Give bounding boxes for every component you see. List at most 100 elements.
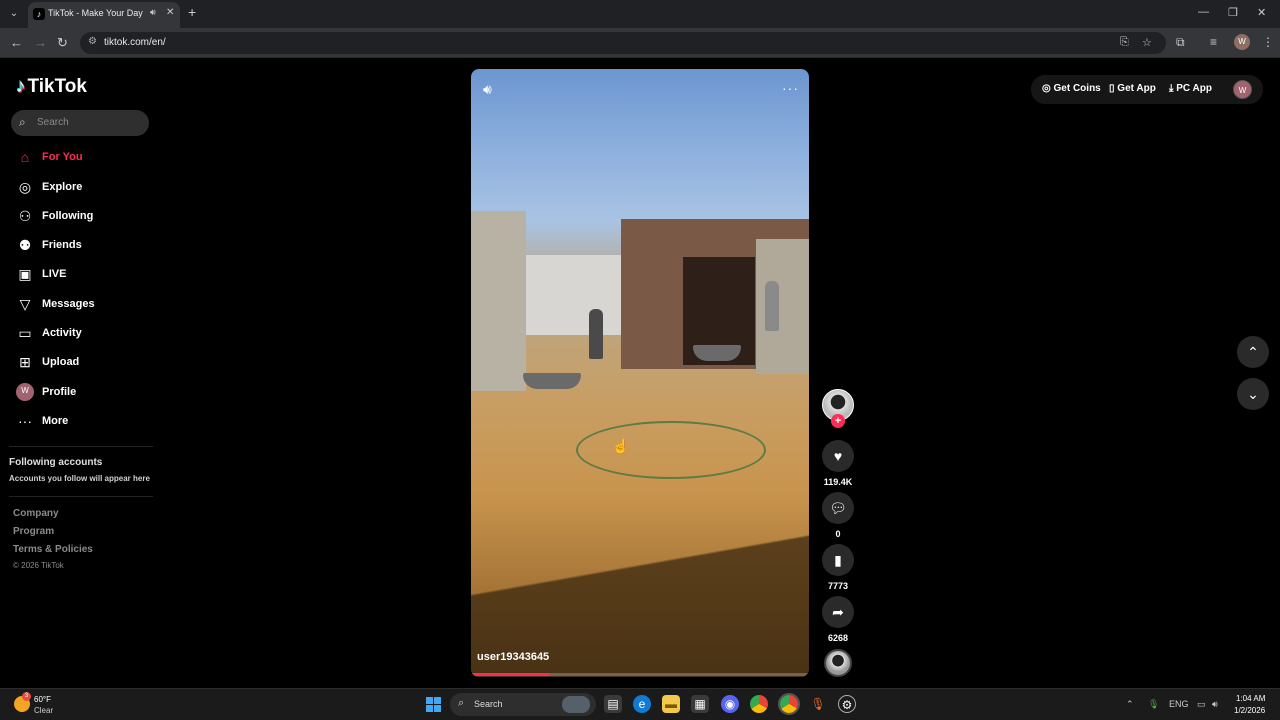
url-text[interactable]: tiktok.com/en/ [104, 37, 166, 48]
volume-icon[interactable]: 🔊︎ [483, 81, 492, 98]
user-avatar[interactable]: W [1233, 80, 1252, 99]
clock-time[interactable]: 1:04 AM [1236, 694, 1265, 703]
top-actions-bar: ◎ Get Coins ▯ Get App ⤓ PC App W [1031, 75, 1263, 104]
nav-friends[interactable]: ⚉ Friends [16, 236, 156, 256]
forward-button[interactable]: → [34, 35, 47, 50]
video-scene-wheelbarrow [523, 373, 581, 389]
install-app-icon[interactable]: ⎘ [1120, 36, 1129, 49]
language-indicator[interactable]: ENG [1169, 699, 1189, 709]
save-button[interactable]: ▮ [822, 544, 854, 576]
nav-messages[interactable]: ▽ Messages [16, 295, 156, 315]
browser-tab-bar: ⌄ ♪ TikTok - Make Your Day 🔊︎ ✕ + — ❐ ✕ [0, 0, 1280, 28]
bookmark-star-icon[interactable]: ☆ [1142, 36, 1152, 49]
copyright-text: © 2026 TikTok [13, 561, 64, 570]
back-button[interactable]: ← [10, 35, 23, 50]
footer-link-program[interactable]: Program [13, 526, 54, 537]
reload-button[interactable]: ↻ [57, 35, 68, 51]
comment-button[interactable]: 💬︎ [822, 492, 854, 524]
windows-start-icon[interactable] [426, 697, 441, 712]
comment-count: 0 [835, 529, 841, 539]
volume-tray-icon[interactable]: 🔊︎ [1212, 699, 1218, 710]
sidebar-divider [9, 446, 153, 447]
more-options-icon[interactable]: ··· [782, 80, 799, 96]
site-info-icon[interactable]: ⚙ [88, 36, 97, 47]
window-close-button[interactable]: ✕ [1257, 6, 1266, 19]
tab-audio-icon[interactable]: 🔊︎ [150, 7, 156, 18]
search-input[interactable]: ⌕ Search [11, 110, 149, 136]
extensions-icon[interactable]: ⧉ [1176, 35, 1185, 50]
heart-icon: ♥ [833, 448, 843, 464]
microphone-app-icon[interactable]: 🎙︎ [809, 695, 827, 713]
network-icon[interactable]: ▭ [1197, 699, 1206, 710]
address-bar: ← → ↻ ⚙ tiktok.com/en/ ⎘ ☆ ⧉ ≡ W ⋮ [0, 28, 1280, 58]
nav-activity[interactable]: ▭ Activity [16, 324, 156, 344]
pc-app-button[interactable]: ⤓ PC App [1169, 83, 1212, 94]
discord-icon[interactable]: ◉ [721, 695, 739, 713]
store-icon[interactable]: ▦ [691, 695, 709, 713]
nav-explore[interactable]: ◎ Explore [16, 178, 156, 198]
search-placeholder: Search [37, 117, 69, 128]
nav-live[interactable]: ▣ LIVE [16, 265, 156, 285]
settings-gear-icon[interactable]: ⚙ [838, 695, 856, 713]
restore-button[interactable]: ❐ [1228, 6, 1238, 19]
share-button[interactable]: ➦ [822, 596, 854, 628]
nav-label: Messages [42, 298, 95, 310]
like-count: 119.4K [823, 477, 853, 487]
ellipsis-icon: ··· [18, 413, 32, 429]
phone-icon: ▯ [1109, 83, 1115, 94]
tab-close-icon[interactable]: ✕ [166, 7, 174, 18]
save-count: 7773 [827, 581, 849, 591]
music-disc-icon[interactable] [824, 649, 852, 677]
compass-icon: ◎ [18, 179, 32, 195]
nav-label: More [42, 415, 69, 427]
browser-tab[interactable]: ♪ TikTok - Make Your Day 🔊︎ ✕ [28, 2, 180, 28]
chrome-profile-icon[interactable] [778, 693, 800, 715]
tiktok-note-icon: ♪ [16, 76, 26, 97]
tiktok-logo[interactable]: ♪ TikTok [16, 76, 87, 98]
video-progress-bar[interactable] [471, 673, 809, 676]
video-scene-hose [576, 421, 766, 479]
get-coins-button[interactable]: ◎ Get Coins [1042, 83, 1101, 94]
footer-link-company[interactable]: Company [13, 508, 59, 519]
file-explorer-icon[interactable]: ▬ [662, 695, 680, 713]
omnibox[interactable]: ⚙ tiktok.com/en/ ⎘ ☆ [80, 32, 1166, 54]
video-player[interactable]: 🔊︎ ··· user19343645 [471, 69, 809, 677]
get-app-button[interactable]: ▯ Get App [1109, 83, 1156, 94]
follow-plus-icon[interactable]: + [831, 414, 845, 428]
nav-for-you[interactable]: ⌂ For You [16, 148, 156, 168]
weather-temperature[interactable]: 60°F [34, 695, 51, 704]
media-control-icon[interactable]: ≡ [1210, 35, 1217, 49]
tray-chevron-up-icon[interactable]: ⌃ [1126, 699, 1134, 710]
like-button[interactable]: ♥ [822, 440, 854, 472]
next-video-button[interactable]: ⌄ [1237, 378, 1269, 410]
nav-label: Explore [42, 181, 83, 193]
minimize-button[interactable]: — [1198, 6, 1209, 18]
video-username[interactable]: user19343645 [477, 651, 549, 663]
edge-icon[interactable]: e [633, 695, 651, 713]
previous-video-button[interactable]: ⌃ [1237, 336, 1269, 368]
get-app-label: Get App [1117, 83, 1156, 94]
nav-profile[interactable]: W Profile [16, 383, 156, 403]
following-accounts-title: Following accounts [9, 457, 103, 468]
video-scene-wall [756, 239, 809, 374]
sidebar-divider [9, 496, 153, 497]
tab-search-icon[interactable]: ⌄ [6, 6, 22, 22]
taskbar-search-input[interactable]: ⌕ Search [450, 693, 596, 716]
live-icon: ▣ [18, 266, 32, 282]
browser-profile-avatar[interactable]: W [1234, 34, 1250, 50]
browser-menu-icon[interactable]: ⋮ [1262, 35, 1274, 49]
nav-following[interactable]: ⚇ Following [16, 207, 156, 227]
taskbar-search-placeholder: Search [474, 699, 503, 709]
nav-label: For You [42, 151, 83, 163]
chrome-icon[interactable] [750, 695, 768, 713]
task-view-icon[interactable]: ▤ [604, 695, 622, 713]
tray-microphone-icon[interactable]: 🎙︎ [1148, 699, 1159, 710]
weather-condition[interactable]: Clear [34, 706, 53, 715]
footer-link-terms[interactable]: Terms & Policies [13, 544, 93, 555]
clock-date[interactable]: 1/2/2026 [1234, 706, 1265, 715]
logo-text: TikTok [27, 76, 87, 97]
nav-more[interactable]: ··· More [16, 412, 156, 432]
new-tab-button[interactable]: + [188, 4, 196, 20]
coin-icon: ◎ [1042, 83, 1051, 94]
nav-upload[interactable]: ⊞ Upload [16, 353, 156, 373]
